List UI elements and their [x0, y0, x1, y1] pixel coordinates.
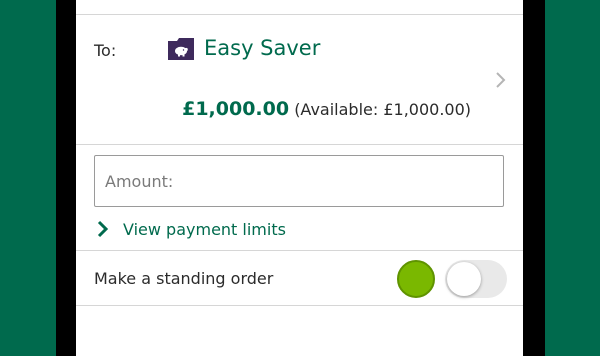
- account-name: Easy Saver: [204, 36, 321, 60]
- to-label: To:: [94, 41, 117, 60]
- available-balance: (Available: £1,000.00): [294, 100, 471, 119]
- account-balance-line: £1,000.00 (Available: £1,000.00): [182, 98, 471, 120]
- transfer-screen: To: Easy Saver £1,000.00 (Available: £1,…: [76, 0, 523, 356]
- standing-order-label: Make a standing order: [94, 269, 274, 288]
- toggle-on-indicator[interactable]: [397, 260, 435, 298]
- device-bezel-right: [523, 0, 545, 356]
- chevron-right-icon: [97, 220, 109, 238]
- toggle-knob[interactable]: [447, 262, 481, 296]
- divider: [76, 305, 523, 306]
- view-payment-limits-link[interactable]: View payment limits: [96, 219, 286, 239]
- piggy-bank-icon: [168, 38, 194, 60]
- divider: [76, 144, 523, 145]
- view-payment-limits-label: View payment limits: [123, 219, 286, 239]
- standing-order-toggle[interactable]: [445, 260, 507, 298]
- amount-input[interactable]: [94, 155, 504, 207]
- divider: [76, 14, 523, 15]
- account-balance: £1,000.00: [182, 98, 290, 120]
- device-bezel-left: [56, 0, 76, 356]
- divider: [76, 250, 523, 251]
- chevron-right-icon: [496, 72, 506, 88]
